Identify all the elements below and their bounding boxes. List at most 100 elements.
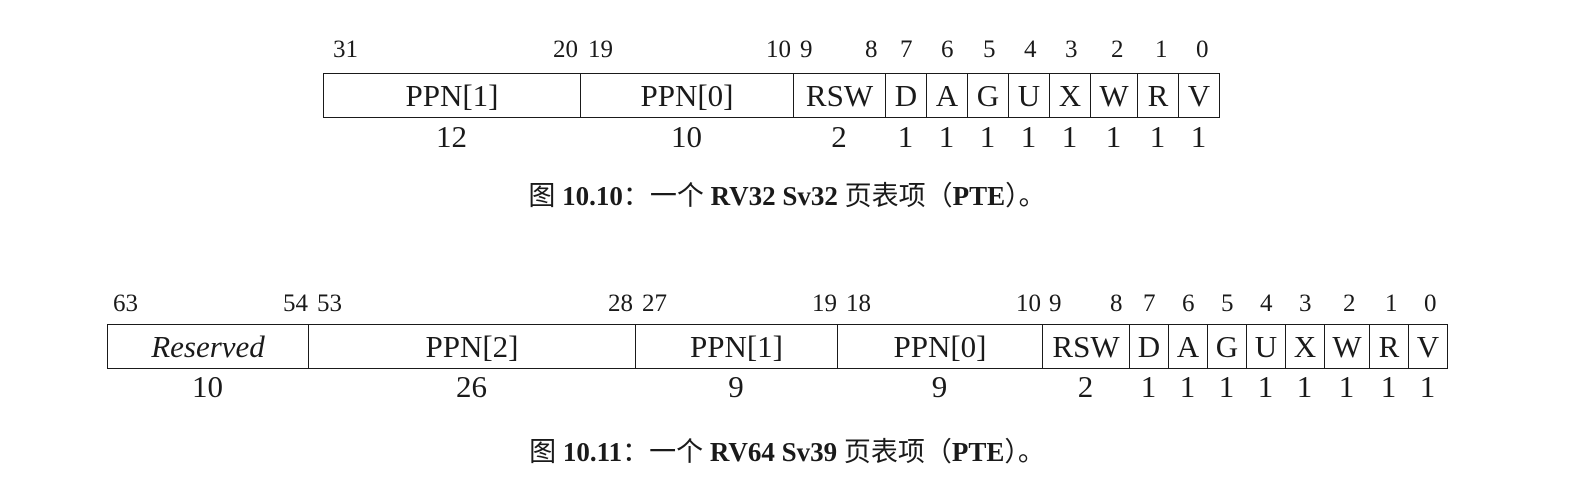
bit-label: 1: [1385, 290, 1398, 317]
bit-label: 20: [553, 36, 578, 63]
bit-label: 8: [865, 36, 878, 63]
field-v: V: [1409, 325, 1448, 368]
bit-label: 9: [800, 36, 813, 63]
bit-label: 2: [1343, 290, 1356, 317]
width-label: 1: [1190, 119, 1207, 154]
width-label: 12: [436, 119, 467, 154]
width-label: 1: [897, 119, 914, 154]
bit-label: 5: [983, 36, 996, 63]
width-label: 1: [1179, 369, 1196, 404]
caption-prefix: 图: [528, 181, 563, 211]
width-label: 26: [456, 369, 487, 404]
pte-field-row: PPN[1] PPN[0] RSW D A G U X W R V: [323, 73, 1220, 118]
width-label: 1: [1020, 119, 1037, 154]
caption-mid2: 页表项（: [837, 437, 952, 467]
field-u: U: [1009, 74, 1050, 117]
width-label: 10: [671, 119, 702, 154]
caption-arch: RV64 Sv39: [709, 437, 838, 467]
bit-label: 19: [812, 290, 837, 317]
caption-pte: PTE: [952, 181, 1006, 211]
width-label: 1: [1218, 369, 1235, 404]
field-d: D: [886, 74, 927, 117]
width-label: 1: [938, 119, 955, 154]
caption-mid: ：一个: [622, 437, 710, 467]
field-x: X: [1286, 325, 1325, 368]
field-r: R: [1370, 325, 1409, 368]
bit-label: 31: [333, 36, 358, 63]
bit-label: 54: [283, 290, 308, 317]
width-label: 1: [1061, 119, 1078, 154]
bit-label: 5: [1221, 290, 1234, 317]
field-rsw: RSW: [1043, 325, 1130, 368]
bit-label: 18: [846, 290, 871, 317]
caption-pte: PTE: [951, 437, 1005, 467]
field-ppn2: PPN[2]: [309, 325, 636, 368]
width-label: 1: [1105, 119, 1122, 154]
width-label: 2: [831, 119, 847, 154]
bit-label: 63: [113, 290, 138, 317]
width-label: 1: [1296, 369, 1313, 404]
bit-label: 0: [1196, 36, 1209, 63]
bit-label: 3: [1065, 36, 1078, 63]
caption-end: ）。: [1005, 181, 1046, 211]
width-label: 1: [1149, 119, 1166, 154]
field-g: G: [1208, 325, 1247, 368]
bit-label: 7: [1143, 290, 1156, 317]
caption-prefix: 图: [529, 437, 563, 467]
field-v: V: [1179, 74, 1220, 117]
bit-label: 2: [1111, 36, 1124, 63]
bit-index-row: 63 54 53 28 27 19 18 10 9 8 7 6 5 4 3 2 …: [0, 289, 1574, 319]
bit-label: 7: [900, 36, 913, 63]
bit-label: 10: [1016, 290, 1041, 317]
width-label: 1: [1140, 369, 1157, 404]
width-label: 2: [1077, 369, 1094, 404]
bit-label: 53: [317, 290, 342, 317]
bit-label: 9: [1049, 290, 1062, 317]
bit-index-row: 31 20 19 10 9 8 7 6 5 4 3 2 1 0: [0, 35, 1574, 65]
bit-label: 1: [1155, 36, 1168, 63]
width-label: 10: [192, 369, 223, 404]
field-a: A: [1169, 325, 1208, 368]
bit-label: 0: [1424, 290, 1437, 317]
bit-label: 3: [1299, 290, 1312, 317]
bit-label: 10: [766, 36, 791, 63]
field-reserved: Reserved: [108, 325, 309, 368]
bit-label: 4: [1024, 36, 1037, 63]
field-a: A: [927, 74, 968, 117]
field-w: W: [1325, 325, 1370, 368]
field-w: W: [1091, 74, 1138, 117]
bit-label: 19: [588, 36, 613, 63]
field-u: U: [1247, 325, 1286, 368]
field-ppn1: PPN[1]: [324, 74, 581, 117]
bit-label: 8: [1110, 290, 1123, 317]
field-g: G: [968, 74, 1009, 117]
bit-label: 28: [608, 290, 633, 317]
figure-caption: 图 10.11：一个 RV64 Sv39 页表项（PTE）。: [0, 430, 1574, 469]
field-ppn0: PPN[0]: [581, 74, 794, 117]
width-label: 9: [931, 369, 948, 404]
width-label: 9: [728, 369, 744, 404]
width-label: 1: [1380, 369, 1397, 404]
width-label: 1: [1257, 369, 1274, 404]
width-label: 1: [1338, 369, 1355, 404]
field-width-row: 10 26 9 9 2 1 1 1 1 1 1 1 1: [107, 369, 1447, 405]
caption-number: 10.10: [562, 181, 623, 211]
figure-caption: 图 10.10：一个 RV32 Sv32 页表项（PTE）。: [0, 174, 1574, 213]
bit-label: 6: [1182, 290, 1195, 317]
field-width-row: 12 10 2 1 1 1 1 1 1 1 1: [323, 119, 1219, 155]
width-label: 1: [979, 119, 996, 154]
bit-label: 4: [1260, 290, 1273, 317]
field-r: R: [1138, 74, 1179, 117]
field-x: X: [1050, 74, 1091, 117]
caption-number: 10.11: [562, 437, 623, 467]
caption-mid: ：一个: [622, 181, 711, 211]
bit-label: 27: [642, 290, 667, 317]
caption-arch: RV32 Sv32: [710, 181, 838, 211]
width-label: 1: [1419, 369, 1436, 404]
caption-end: ）。: [1004, 437, 1045, 467]
bit-label: 6: [941, 36, 954, 63]
field-d: D: [1130, 325, 1169, 368]
field-ppn1: PPN[1]: [636, 325, 838, 368]
pte-field-row: Reserved PPN[2] PPN[1] PPN[0] RSW D A G …: [107, 324, 1448, 369]
caption-mid2: 页表项（: [837, 181, 953, 211]
